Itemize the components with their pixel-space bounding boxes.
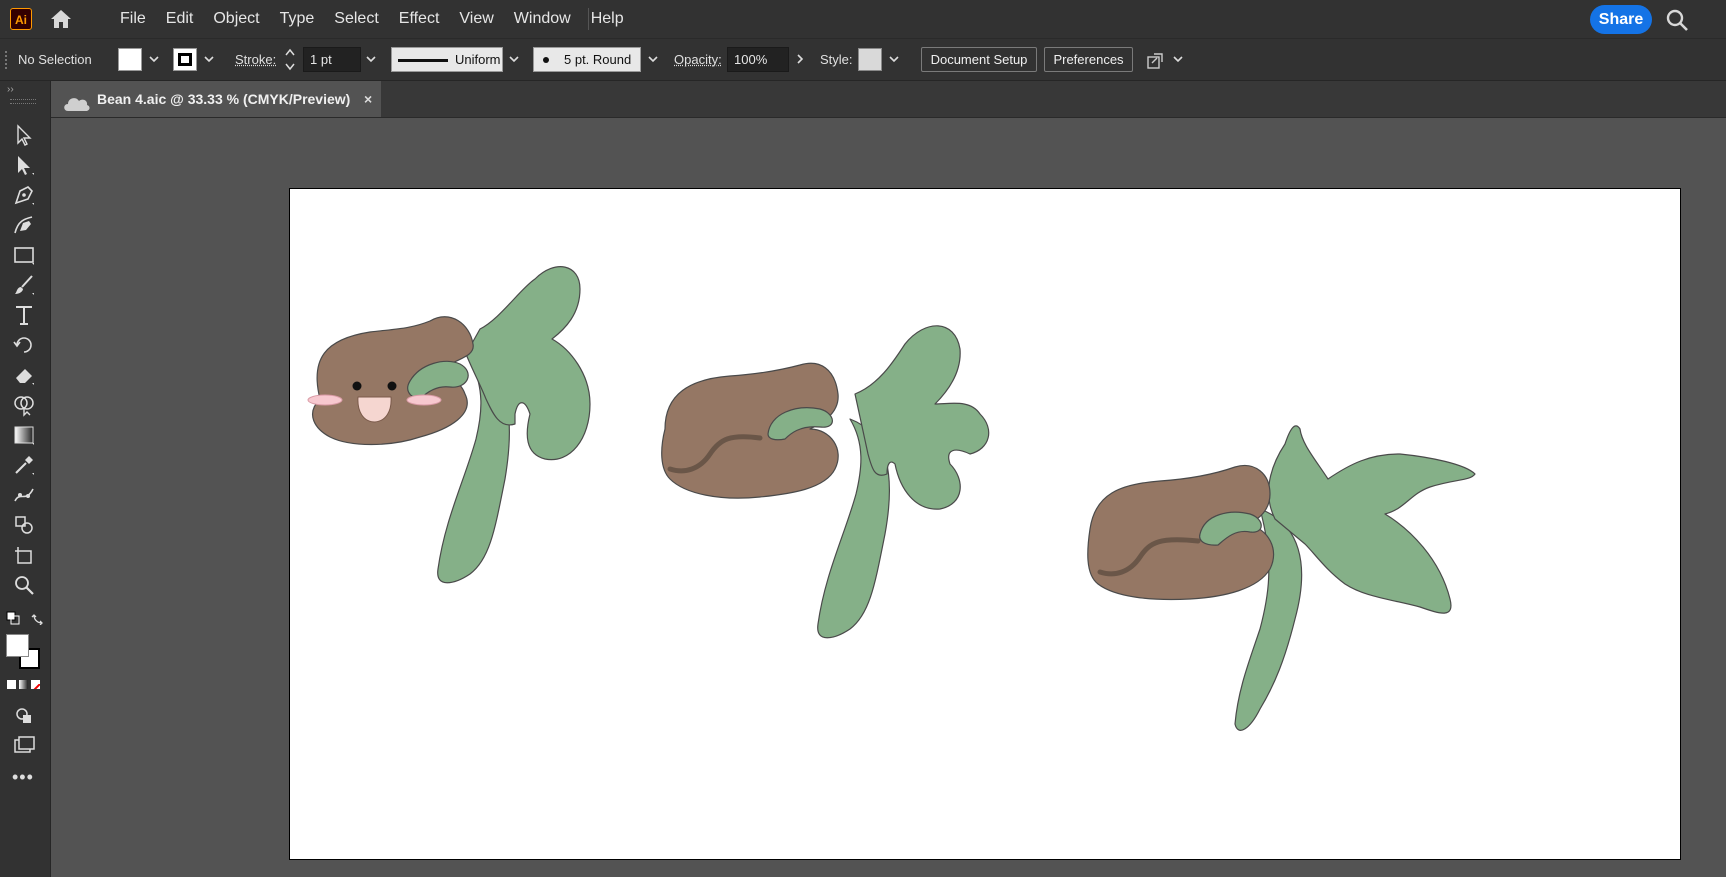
- type-tool-icon[interactable]: [8, 301, 40, 329]
- brush-definition-select[interactable]: 5 pt. Round: [533, 47, 641, 72]
- graphic-style-swatch[interactable]: [858, 48, 882, 71]
- brush-chevron-icon[interactable]: [645, 51, 661, 67]
- menu-view[interactable]: View: [449, 0, 503, 38]
- menu-edit[interactable]: Edit: [156, 0, 204, 38]
- brush-dot-icon: [543, 57, 549, 63]
- control-bar: No Selection Stroke: 1 pt Uniform 5 pt. …: [0, 39, 1726, 81]
- draw-mode-icon[interactable]: [8, 701, 40, 729]
- bean-2-body: [661, 362, 839, 499]
- rectangle-tool-icon[interactable]: [8, 241, 40, 269]
- panel-grip-icon[interactable]: [10, 99, 36, 104]
- paintbrush-tool-icon[interactable]: [8, 271, 40, 299]
- opacity-label[interactable]: Opacity:: [674, 39, 722, 80]
- curvature-tool-icon[interactable]: [8, 211, 40, 239]
- fill-dropdown-chevron-icon[interactable]: [146, 51, 162, 67]
- arrange-documents-icon[interactable]: [1145, 48, 1167, 70]
- menu-effect[interactable]: Effect: [389, 0, 450, 38]
- search-icon[interactable]: [1665, 8, 1689, 32]
- opacity-arrow-icon[interactable]: [792, 51, 808, 67]
- profile-line-preview: [398, 59, 448, 62]
- pen-tool-icon[interactable]: [8, 181, 40, 209]
- screen-mode-icon[interactable]: [8, 731, 40, 759]
- puppet-warp-tool-icon[interactable]: [8, 481, 40, 509]
- variable-width-profile-select[interactable]: Uniform: [391, 47, 503, 72]
- stroke-weight-chevron-icon[interactable]: [363, 51, 379, 67]
- bean-character-3[interactable]: [1087, 425, 1476, 731]
- illustrator-logo: Ai: [10, 8, 32, 30]
- shape-builder-tool-icon[interactable]: [8, 391, 40, 419]
- artboard[interactable]: [289, 188, 1681, 860]
- menu-bar: Ai File Edit Object Type Select Effect V…: [0, 0, 1726, 39]
- bean-1-left-cheek: [307, 394, 343, 406]
- preferences-button[interactable]: Preferences: [1044, 47, 1133, 72]
- direct-selection-tool-icon[interactable]: [8, 151, 40, 179]
- fill-color-box[interactable]: [6, 634, 29, 657]
- menu-divider: [588, 8, 589, 30]
- menu-file[interactable]: File: [110, 0, 156, 38]
- none-mode-icon[interactable]: [31, 680, 40, 689]
- home-icon[interactable]: [48, 8, 74, 30]
- document-setup-button[interactable]: Document Setup: [921, 47, 1037, 72]
- fill-stroke-widget[interactable]: [6, 634, 42, 670]
- stroke-weight-input[interactable]: 1 pt: [303, 47, 361, 72]
- menu-window[interactable]: Window: [504, 0, 581, 38]
- style-label: Style:: [820, 52, 853, 67]
- grip-icon: [4, 39, 8, 80]
- menu-object[interactable]: Object: [203, 0, 269, 38]
- default-fill-stroke-icon[interactable]: [6, 611, 20, 625]
- profile-label: Uniform: [455, 52, 501, 67]
- arrange-chevron-icon[interactable]: [1170, 51, 1186, 67]
- expand-panel-icon[interactable]: ››: [7, 84, 14, 95]
- brush-label: 5 pt. Round: [564, 52, 632, 67]
- stroke-label[interactable]: Stroke:: [235, 39, 276, 80]
- bean-1-left-eye: [352, 381, 362, 391]
- document-tab-strip: Bean 4.aic @ 33.33 % (CMYK/Preview) ×: [51, 81, 1726, 118]
- cloud-document-icon: [62, 90, 90, 111]
- eyedropper-tool-icon[interactable]: [8, 451, 40, 479]
- bean-1-right-cheek: [406, 394, 442, 406]
- tools-panel: ›› •••: [0, 81, 51, 877]
- swap-fill-stroke-icon[interactable]: [31, 611, 45, 626]
- style-chevron-icon[interactable]: [886, 51, 902, 67]
- stroke-stepper-icon[interactable]: [283, 44, 297, 75]
- artwork: [307, 266, 1476, 731]
- color-mode-buttons: [7, 679, 43, 691]
- zoom-tool-icon[interactable]: [8, 571, 40, 599]
- share-button[interactable]: Share: [1590, 5, 1652, 34]
- bean-3-body: [1087, 465, 1275, 601]
- document-tab[interactable]: Bean 4.aic @ 33.33 % (CMYK/Preview) ×: [51, 81, 381, 117]
- stroke-dropdown-chevron-icon[interactable]: [201, 51, 217, 67]
- color-mode-icon[interactable]: [7, 680, 16, 689]
- bean-1-right-eye: [387, 381, 397, 391]
- main-menu: File Edit Object Type Select Effect View…: [110, 0, 634, 38]
- document-tab-title: Bean 4.aic @ 33.33 % (CMYK/Preview): [97, 91, 351, 107]
- more-tools-icon[interactable]: •••: [12, 767, 34, 788]
- bean-character-1[interactable]: [307, 266, 591, 584]
- menu-select[interactable]: Select: [324, 0, 388, 38]
- eraser-tool-icon[interactable]: [8, 361, 40, 389]
- stroke-swatch[interactable]: [173, 48, 197, 71]
- opacity-input[interactable]: 100%: [727, 47, 789, 72]
- profile-chevron-icon[interactable]: [506, 51, 522, 67]
- gradient-tool-icon[interactable]: [8, 421, 40, 449]
- menu-type[interactable]: Type: [270, 0, 325, 38]
- symbol-sprayer-tool-icon[interactable]: [8, 511, 40, 539]
- selection-status: No Selection: [18, 52, 92, 67]
- bean-character-2[interactable]: [661, 325, 990, 639]
- selection-tool-icon[interactable]: [8, 121, 40, 149]
- artboard-tool-icon[interactable]: [8, 541, 40, 569]
- fill-swatch[interactable]: [118, 48, 142, 71]
- rotate-tool-icon[interactable]: [8, 331, 40, 359]
- close-tab-icon[interactable]: ×: [364, 81, 372, 117]
- gradient-mode-icon[interactable]: [19, 680, 28, 689]
